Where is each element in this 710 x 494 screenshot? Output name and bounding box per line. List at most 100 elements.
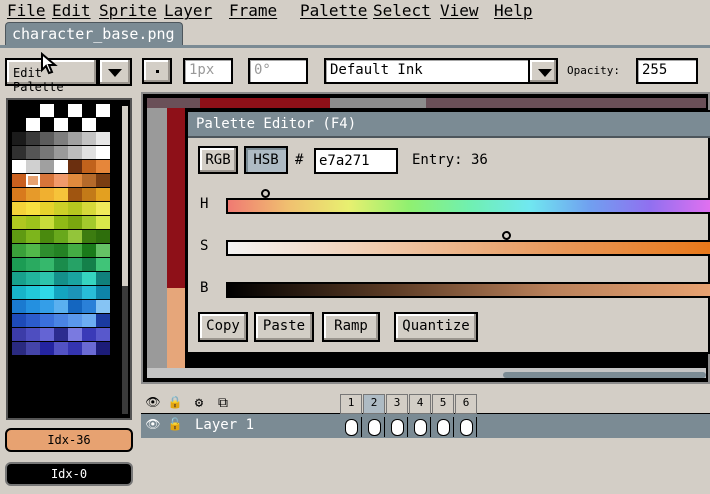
palette-swatch[interactable] xyxy=(40,188,54,201)
palette-swatch[interactable] xyxy=(82,146,96,159)
palette-swatch[interactable] xyxy=(12,216,26,229)
palette-swatch[interactable] xyxy=(54,258,68,271)
palette-swatch[interactable] xyxy=(68,132,82,145)
layer-lock-icon[interactable]: 🔓 xyxy=(165,417,185,434)
palette-swatch[interactable] xyxy=(54,314,68,327)
gear-icon[interactable]: ⚙ xyxy=(189,395,209,412)
palette-swatch[interactable] xyxy=(54,328,68,341)
palette-swatch[interactable] xyxy=(82,216,96,229)
palette-swatch[interactable] xyxy=(54,230,68,243)
palette-swatch[interactable] xyxy=(12,118,26,131)
palette-swatch[interactable] xyxy=(40,328,54,341)
palette-swatch[interactable] xyxy=(12,160,26,173)
palette-swatch[interactable] xyxy=(96,258,110,271)
ink-select[interactable]: Default Ink xyxy=(324,58,530,84)
palette-swatch[interactable] xyxy=(54,300,68,313)
palette-swatch[interactable] xyxy=(96,160,110,173)
palette-editor-titlebar[interactable]: Palette Editor (F4) xyxy=(188,112,710,138)
palette-swatch[interactable] xyxy=(68,146,82,159)
palette-swatch[interactable] xyxy=(26,342,40,355)
palette-swatch[interactable] xyxy=(96,174,110,187)
palette-swatch[interactable] xyxy=(12,328,26,341)
palette-swatch[interactable] xyxy=(26,314,40,327)
palette-swatch[interactable] xyxy=(82,244,96,257)
brush-type-button[interactable] xyxy=(142,58,172,84)
palette-swatch[interactable] xyxy=(26,258,40,271)
cel-frame-4[interactable] xyxy=(409,417,431,437)
palette-swatch[interactable] xyxy=(40,132,54,145)
palette-swatch[interactable] xyxy=(40,300,54,313)
palette-swatch[interactable] xyxy=(68,244,82,257)
frame-number[interactable]: 4 xyxy=(409,394,431,414)
rgb-mode-button[interactable]: RGB xyxy=(198,146,238,174)
palette-swatch[interactable] xyxy=(96,132,110,145)
palette-swatch[interactable] xyxy=(54,160,68,173)
palette-swatch[interactable] xyxy=(40,160,54,173)
palette-swatch[interactable] xyxy=(12,146,26,159)
palette-swatch[interactable] xyxy=(68,258,82,271)
palette-swatch[interactable] xyxy=(96,146,110,159)
palette-swatch[interactable] xyxy=(96,216,110,229)
palette-swatch[interactable] xyxy=(82,160,96,173)
palette-swatch[interactable] xyxy=(40,244,54,257)
hex-color-field[interactable]: e7a271 xyxy=(314,148,398,174)
palette-swatch[interactable] xyxy=(68,300,82,313)
palette-swatch[interactable] xyxy=(82,342,96,355)
menu-frame[interactable]: Frame xyxy=(229,1,277,20)
brush-size-field[interactable]: 1px xyxy=(183,58,233,84)
file-tab[interactable]: character_base.png xyxy=(5,22,183,46)
palette-swatch[interactable] xyxy=(54,132,68,145)
canvas-scrollbar[interactable] xyxy=(503,372,706,378)
palette-swatch[interactable] xyxy=(96,244,110,257)
menu-layer[interactable]: Layer xyxy=(164,1,212,20)
palette-swatch[interactable] xyxy=(68,328,82,341)
menu-edit[interactable]: Edit xyxy=(52,1,91,20)
palette-swatch[interactable] xyxy=(96,300,110,313)
frame-number[interactable]: 6 xyxy=(455,394,477,414)
hsb-mode-button[interactable]: HSB xyxy=(244,146,288,174)
cel-frame-6[interactable] xyxy=(455,417,477,437)
palette-swatch[interactable] xyxy=(96,118,110,131)
palette-swatch[interactable] xyxy=(26,328,40,341)
frame-number[interactable]: 1 xyxy=(340,394,362,414)
palette-swatch[interactable] xyxy=(40,272,54,285)
palette-swatch[interactable] xyxy=(68,216,82,229)
palette-swatch[interactable] xyxy=(96,328,110,341)
palette-swatch[interactable] xyxy=(12,286,26,299)
palette-swatch[interactable] xyxy=(12,272,26,285)
frame-number-current[interactable]: 2 xyxy=(363,394,385,414)
palette-swatch[interactable] xyxy=(26,104,40,117)
palette-swatch[interactable] xyxy=(96,314,110,327)
frame-number[interactable]: 5 xyxy=(432,394,454,414)
foreground-color-index[interactable]: Idx-36 xyxy=(5,428,133,452)
palette-swatch[interactable] xyxy=(12,132,26,145)
palette-swatch[interactable] xyxy=(82,202,96,215)
palette-swatch[interactable] xyxy=(96,272,110,285)
palette-swatch[interactable] xyxy=(26,132,40,145)
palette-swatch[interactable] xyxy=(96,202,110,215)
palette-swatch[interactable] xyxy=(68,272,82,285)
copy-button[interactable]: Copy xyxy=(198,312,248,342)
brightness-slider[interactable] xyxy=(226,282,710,298)
palette-swatch[interactable] xyxy=(68,188,82,201)
palette-swatch[interactable] xyxy=(54,104,68,117)
quantize-button[interactable]: Quantize xyxy=(394,312,478,342)
palette-swatch[interactable] xyxy=(68,118,82,131)
palette-swatch[interactable] xyxy=(68,286,82,299)
palette-swatch[interactable] xyxy=(26,160,40,173)
palette-scrollbar[interactable] xyxy=(122,106,128,414)
eye-icon[interactable]: 👁 xyxy=(143,395,163,412)
palette-swatch[interactable] xyxy=(40,342,54,355)
cel-frame-3[interactable] xyxy=(386,417,408,437)
palette-swatch[interactable] xyxy=(40,146,54,159)
palette-swatch[interactable] xyxy=(96,342,110,355)
background-color-index[interactable]: Idx-0 xyxy=(5,462,133,486)
palette-swatch[interactable] xyxy=(12,174,26,187)
menu-file[interactable]: File xyxy=(7,1,46,20)
lock-icon[interactable]: 🔒 xyxy=(165,395,185,412)
palette-swatch[interactable] xyxy=(40,314,54,327)
palette-swatch[interactable] xyxy=(54,146,68,159)
palette-swatch[interactable] xyxy=(54,342,68,355)
palette-swatch[interactable] xyxy=(12,202,26,215)
palette-swatch[interactable] xyxy=(54,216,68,229)
